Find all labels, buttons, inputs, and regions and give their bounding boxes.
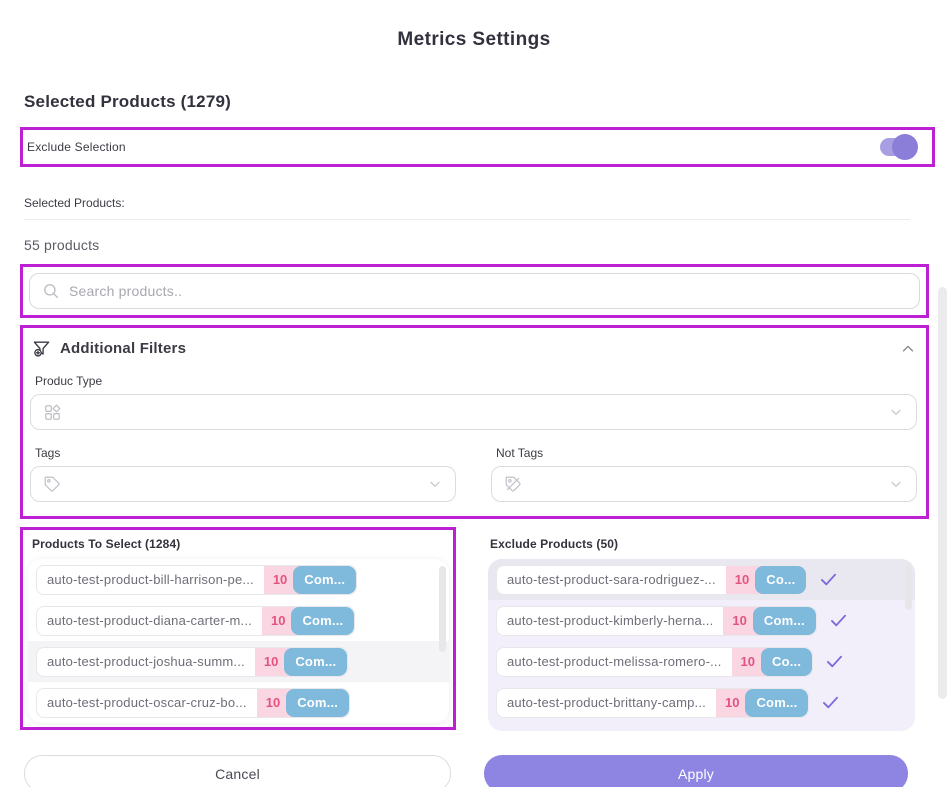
chevron-up-icon[interactable] — [899, 340, 917, 358]
cancel-button[interactable]: Cancel — [24, 755, 451, 787]
category-grid-icon — [43, 403, 62, 422]
search-input-wrapper — [29, 273, 920, 309]
selected-products-label: Selected Products: — [24, 196, 924, 210]
tag-off-icon — [504, 475, 522, 493]
divider — [24, 219, 910, 220]
product-name: auto-test-product-sara-rodriguez-... — [497, 566, 726, 594]
list-scrollbar[interactable] — [439, 566, 446, 652]
product-row[interactable]: auto-test-product-sara-rodriguez-...10Co… — [488, 559, 915, 600]
exclude-products-list: auto-test-product-sara-rodriguez-...10Co… — [488, 559, 915, 731]
tags-label: Tags — [35, 446, 456, 460]
chevron-down-icon — [427, 476, 443, 492]
product-type-badge: Com... — [745, 689, 808, 717]
product-name: auto-test-product-brittany-camp... — [497, 689, 716, 717]
product-type-dropdown[interactable] — [30, 394, 917, 430]
product-type-badge: Co... — [761, 648, 812, 676]
product-row[interactable]: auto-test-product-oscar-cruz-bo...10Com.… — [28, 682, 449, 723]
additional-filters-header[interactable]: Additional Filters — [30, 339, 917, 358]
exclude-products-panel: Exclude Products (50) auto-test-product-… — [486, 527, 915, 731]
not-tags-label: Not Tags — [496, 446, 917, 460]
exclude-selection-label: Exclude Selection — [27, 140, 126, 154]
search-icon — [42, 282, 60, 300]
check-icon[interactable] — [820, 692, 841, 713]
search-products-section — [20, 264, 929, 318]
product-chip: auto-test-product-sara-rodriguez-...10Co… — [496, 565, 807, 595]
not-tags-dropdown[interactable] — [491, 466, 917, 502]
selected-products-heading: Selected Products (1279) — [24, 92, 924, 112]
product-row[interactable]: auto-test-product-joshua-summ...10Com... — [28, 641, 449, 682]
products-to-select-list: auto-test-product-bill-harrison-pe...10C… — [28, 559, 449, 723]
product-type-label: Produc Type — [35, 374, 917, 388]
products-to-select-label: Products To Select (1284) — [32, 537, 449, 551]
product-name: auto-test-product-kimberly-herna... — [497, 607, 723, 635]
product-type-badge: Com... — [753, 607, 816, 635]
product-row[interactable]: auto-test-product-melissa-romero-...10Co… — [488, 641, 915, 682]
selected-products-count: 55 products — [24, 237, 924, 253]
product-type-badge: Co... — [755, 566, 806, 594]
product-name: auto-test-product-oscar-cruz-bo... — [37, 689, 257, 717]
page-title: Metrics Settings — [0, 0, 948, 51]
product-name: auto-test-product-bill-harrison-pe... — [37, 566, 264, 594]
product-row[interactable]: auto-test-product-diana-carter-m...10Com… — [28, 600, 449, 641]
filter-plus-icon — [32, 339, 51, 358]
product-type-badge: Com... — [284, 648, 347, 676]
product-type-badge: Com... — [291, 607, 354, 635]
additional-filters-title: Additional Filters — [60, 340, 890, 357]
product-name: auto-test-product-joshua-summ... — [37, 648, 255, 676]
apply-button[interactable]: Apply — [484, 755, 908, 787]
product-row[interactable]: auto-test-product-brittany-camp...10Com.… — [488, 682, 915, 723]
product-row[interactable]: auto-test-product-bill-harrison-pe...10C… — [28, 559, 449, 600]
search-input[interactable] — [69, 283, 907, 299]
additional-filters-section: Additional Filters Produc Type Tags — [20, 325, 929, 519]
check-icon[interactable] — [824, 651, 845, 672]
product-chip: auto-test-product-diana-carter-m...10Com… — [36, 606, 355, 636]
product-chip: auto-test-product-bill-harrison-pe...10C… — [36, 565, 357, 595]
exclude-selection-toggle[interactable] — [880, 138, 914, 156]
chevron-down-icon — [888, 404, 904, 420]
toggle-knob — [892, 134, 918, 160]
products-to-select-panel: Products To Select (1284) auto-test-prod… — [20, 527, 456, 730]
list-scrollbar[interactable] — [905, 564, 912, 610]
product-chip: auto-test-product-kimberly-herna...10Com… — [496, 606, 817, 636]
tags-field: Tags — [30, 430, 456, 502]
check-icon[interactable] — [818, 569, 839, 590]
page-scrollbar[interactable] — [938, 287, 947, 699]
product-type-badge: Com... — [286, 689, 349, 717]
exclude-selection-row: Exclude Selection — [20, 127, 935, 167]
product-type-badge: Com... — [293, 566, 356, 594]
product-chip: auto-test-product-brittany-camp...10Com.… — [496, 688, 809, 718]
not-tags-field: Not Tags — [491, 430, 917, 502]
exclude-products-label: Exclude Products (50) — [490, 537, 915, 551]
product-row[interactable]: auto-test-product-kimberly-herna...10Com… — [488, 600, 915, 641]
chevron-down-icon — [888, 476, 904, 492]
product-chip: auto-test-product-melissa-romero-...10Co… — [496, 647, 813, 677]
metrics-settings-dialog: Metrics Settings Selected Products (1279… — [0, 0, 948, 787]
product-name: auto-test-product-diana-carter-m... — [37, 607, 262, 635]
tags-dropdown[interactable] — [30, 466, 456, 502]
check-icon[interactable] — [828, 610, 849, 631]
tag-icon — [43, 475, 61, 493]
product-chip: auto-test-product-oscar-cruz-bo...10Com.… — [36, 688, 350, 718]
product-name: auto-test-product-melissa-romero-... — [497, 648, 732, 676]
product-chip: auto-test-product-joshua-summ...10Com... — [36, 647, 348, 677]
